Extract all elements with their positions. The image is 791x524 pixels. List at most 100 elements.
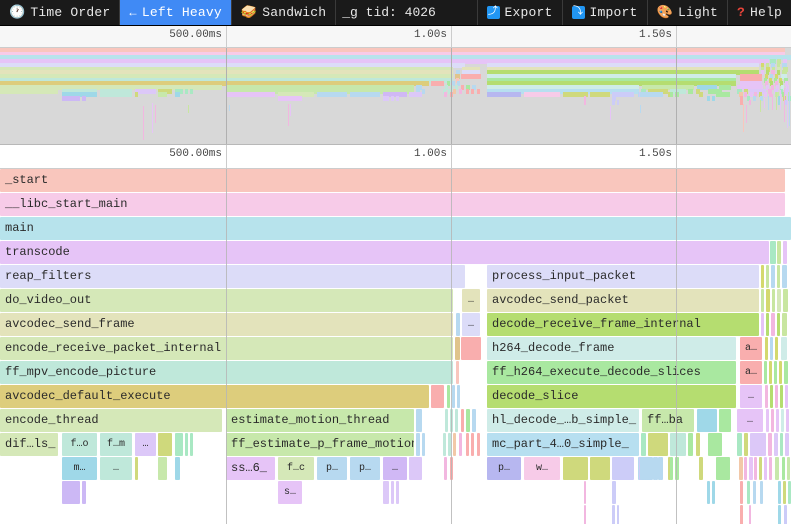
flamechart-frame[interactable]: [448, 433, 451, 456]
flamechart-frame[interactable]: [776, 409, 779, 432]
flamechart-frame[interactable]: [780, 433, 783, 456]
flamechart-frame[interactable]: a…: [740, 337, 762, 360]
flamechart-frame[interactable]: s…: [278, 481, 302, 504]
flamechart-frame[interactable]: [459, 433, 462, 456]
flamechart-frame[interactable]: [660, 457, 663, 480]
flamechart-frame[interactable]: [739, 457, 743, 480]
help-button[interactable]: ? Help: [728, 0, 791, 25]
flamechart-frame[interactable]: [740, 505, 743, 524]
flamechart-frame[interactable]: [456, 361, 459, 384]
flamechart-frame[interactable]: f…o: [62, 433, 97, 456]
flamechart-frame[interactable]: [774, 361, 777, 384]
flamechart-frame[interactable]: reap_filters: [0, 265, 465, 288]
overview-panel[interactable]: 500.00ms 1.00s 1.50s: [0, 26, 791, 145]
flamechart-frame[interactable]: …: [737, 409, 763, 432]
flamechart-frame[interactable]: [471, 433, 474, 456]
flamechart-frame[interactable]: [466, 409, 470, 432]
flamechart-frame[interactable]: [770, 385, 773, 408]
flamechart-frame[interactable]: decode_slice: [487, 385, 736, 408]
flamechart-frame[interactable]: [190, 433, 193, 456]
flamechart-frame[interactable]: [744, 433, 748, 456]
flamechart-frame[interactable]: [383, 481, 389, 504]
flamechart-frame[interactable]: [612, 481, 616, 504]
flamechart-frame[interactable]: h264_decode_frame: [487, 337, 736, 360]
flamechart-frame[interactable]: f…m: [100, 433, 132, 456]
flamechart-frame[interactable]: [775, 457, 779, 480]
flamechart-frame[interactable]: [765, 385, 768, 408]
flamechart-frame[interactable]: [455, 409, 458, 432]
flamechart-frame[interactable]: [785, 433, 789, 456]
flamechart-frame[interactable]: …: [135, 433, 156, 456]
flamechart-frame[interactable]: [453, 433, 456, 456]
flamechart-frame[interactable]: process_input_packet: [487, 265, 759, 288]
flamechart-frame[interactable]: [771, 313, 775, 336]
flamechart-frame[interactable]: encode_thread: [0, 409, 222, 432]
flamechart-frame[interactable]: [450, 409, 453, 432]
flamechart-frame[interactable]: [750, 433, 766, 456]
flamechart-frame[interactable]: [783, 481, 786, 504]
theme-toggle-button[interactable]: 🎨 Light: [648, 0, 728, 25]
flamechart-frame[interactable]: p…: [317, 457, 347, 480]
flamechart-frame[interactable]: [782, 457, 785, 480]
flamechart-frame[interactable]: [135, 457, 138, 480]
flamechart-frame[interactable]: avcodec_send_frame: [0, 313, 453, 336]
flamechart-frame[interactable]: [648, 433, 668, 456]
flamechart-frame[interactable]: [783, 241, 787, 264]
flamechart-frame[interactable]: [777, 313, 780, 336]
flamechart-frame[interactable]: [785, 385, 788, 408]
flamechart-frame[interactable]: [778, 505, 781, 524]
flamechart-frame[interactable]: [391, 481, 394, 504]
export-button[interactable]: ⤴ Export: [478, 0, 563, 25]
flamechart-frame[interactable]: [778, 481, 781, 504]
flamechart-frame[interactable]: [396, 481, 399, 504]
flamechart-frame[interactable]: [765, 337, 768, 360]
overview-ruler[interactable]: 500.00ms 1.00s 1.50s: [0, 26, 791, 48]
flamechart-frame[interactable]: …: [462, 289, 480, 312]
flamechart-frame[interactable]: [777, 241, 781, 264]
flamechart-frame[interactable]: dif…ls_: [0, 433, 58, 456]
flamechart-frame[interactable]: [431, 385, 444, 408]
flamechart-frame[interactable]: [782, 265, 787, 288]
flamechart-frame[interactable]: [764, 457, 767, 480]
flamechart-frame[interactable]: ff…ba: [642, 409, 694, 432]
flamechart-frame[interactable]: [754, 457, 757, 480]
flamechart-frame[interactable]: [641, 433, 646, 456]
flamechart-frame[interactable]: encode_receive_packet_internal: [0, 337, 453, 360]
toolbar-tab-sandwich[interactable]: 🥪 Sandwich: [232, 0, 337, 25]
flamechart-frame[interactable]: [650, 457, 652, 480]
flamechart-frame[interactable]: [774, 433, 778, 456]
flamechart-frame[interactable]: [737, 433, 742, 456]
flamechart-frame[interactable]: [761, 289, 764, 312]
flamechart-frame[interactable]: [777, 265, 780, 288]
flamechart-frame[interactable]: ff_mpv_encode_picture: [0, 361, 453, 384]
flamechart-frame[interactable]: [185, 433, 188, 456]
flamechart-frame[interactable]: [766, 313, 769, 336]
flamechart-frame[interactable]: [612, 457, 634, 480]
flamechart-frame[interactable]: [175, 433, 183, 456]
flamechart-frame[interactable]: [764, 361, 767, 384]
flamechart-frame[interactable]: [761, 265, 764, 288]
flamechart-frame[interactable]: [781, 409, 784, 432]
flamechart-frame[interactable]: [466, 433, 469, 456]
flamechart-frame[interactable]: [450, 457, 453, 480]
flamechart-frame[interactable]: [771, 265, 775, 288]
flamechart-frame[interactable]: [749, 505, 751, 524]
toolbar-tab-time-order[interactable]: 🕐 Time Order: [0, 0, 121, 25]
flamechart-frame[interactable]: [716, 457, 730, 480]
flamechart-frame[interactable]: [416, 433, 420, 456]
flamechart-frame[interactable]: [457, 385, 460, 408]
flamechart-frame[interactable]: [766, 409, 769, 432]
flamechart-frame[interactable]: [747, 481, 750, 504]
flamechart-frame[interactable]: hl_decode_…b_simple_: [487, 409, 639, 432]
flamechart-frame[interactable]: m…: [62, 457, 97, 480]
flamechart-frame[interactable]: [719, 409, 731, 432]
flamechart-frame[interactable]: p…: [350, 457, 380, 480]
flamechart-frame[interactable]: ss…6_: [226, 457, 275, 480]
flamechart-frame[interactable]: [783, 289, 788, 312]
flamechart-frame[interactable]: [688, 433, 693, 456]
flamechart-frame[interactable]: [175, 457, 180, 480]
flamechart-frame[interactable]: …: [383, 457, 407, 480]
flamechart-frame[interactable]: [422, 433, 425, 456]
flamechart-frame[interactable]: [443, 433, 446, 456]
flamechart-frame[interactable]: avcodec_default_execute: [0, 385, 429, 408]
